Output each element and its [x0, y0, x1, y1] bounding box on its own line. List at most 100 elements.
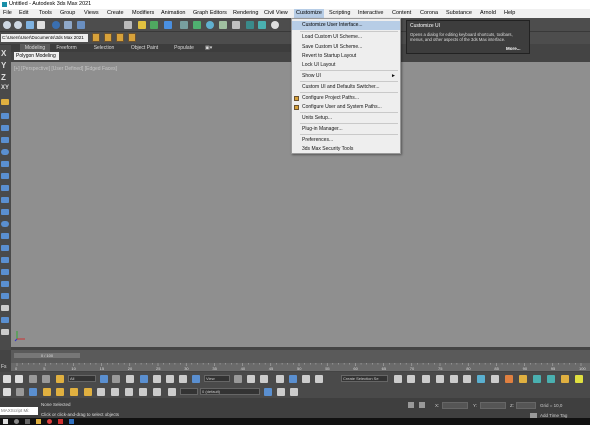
axis-y[interactable]: Y	[1, 61, 6, 70]
link-icon[interactable]	[26, 21, 34, 29]
layer-manager-icon[interactable]	[290, 388, 298, 396]
menu-animation[interactable]: Animation	[159, 9, 187, 18]
rect-select-icon[interactable]	[126, 375, 134, 383]
render-production-icon[interactable]	[258, 21, 266, 29]
gear-icon[interactable]	[232, 21, 240, 29]
edge-icon[interactable]	[84, 388, 92, 396]
redo-bottom-icon[interactable]	[15, 375, 23, 383]
systems-icon[interactable]	[1, 329, 9, 335]
a360-icon[interactable]	[561, 375, 569, 383]
layer-color-dropdown[interactable]	[180, 388, 198, 395]
menu-preferences[interactable]: Preferences...	[292, 136, 400, 145]
app-icon[interactable]	[58, 419, 63, 424]
tab-selection[interactable]: Selection	[89, 44, 119, 52]
spinner-snap-icon[interactable]	[315, 375, 323, 383]
material-icon[interactable]	[150, 21, 158, 29]
menu-security-tools[interactable]: 3ds Max Security Tools	[292, 145, 400, 154]
menu-graph-editors[interactable]: Graph Editors	[191, 9, 229, 18]
teapot-icon[interactable]	[246, 21, 254, 29]
lighting-icon[interactable]	[575, 375, 583, 383]
time-slider[interactable]: 0 / 100	[14, 353, 80, 358]
render-frame-icon[interactable]	[206, 21, 214, 29]
windows-start-icon[interactable]	[3, 419, 8, 424]
text-icon[interactable]	[1, 257, 9, 263]
folder-open-icon[interactable]	[116, 33, 124, 42]
paint-icon[interactable]	[43, 388, 51, 396]
menu-scripting[interactable]: Scripting	[327, 9, 352, 18]
render-icon[interactable]	[219, 21, 227, 29]
layer-dropdown[interactable]: 0 (default)	[200, 388, 260, 395]
keyboard-shortcut-icon[interactable]	[260, 375, 268, 383]
bind-spacewarp-icon[interactable]	[52, 21, 60, 29]
render-active-icon[interactable]	[533, 375, 541, 383]
cylinder-icon[interactable]	[1, 161, 9, 167]
light-prim-icon[interactable]	[1, 281, 9, 287]
menu-system-paths[interactable]: Configure User and System Paths...	[292, 103, 400, 112]
cube-icon[interactable]	[1, 137, 9, 143]
snap-3d-icon[interactable]	[276, 375, 284, 383]
menu-customize[interactable]: Customize	[294, 9, 324, 18]
camera-icon[interactable]	[1, 293, 9, 299]
select-icon[interactable]	[100, 375, 108, 383]
material-editor-icon[interactable]	[477, 375, 485, 383]
isolate-icon[interactable]	[139, 388, 147, 396]
scale-icon[interactable]	[179, 375, 187, 383]
menu-content[interactable]: Content	[390, 9, 413, 18]
menu-civil-view[interactable]: Civil View	[262, 9, 290, 18]
unlink-bottom-icon[interactable]	[42, 375, 50, 383]
menu-tools[interactable]: Tools	[37, 9, 54, 18]
angle-snap-icon[interactable]	[289, 375, 297, 383]
search-icon[interactable]	[14, 419, 19, 424]
render-setup-bottom-icon[interactable]	[491, 375, 499, 383]
percent-snap-icon[interactable]	[302, 375, 310, 383]
vertex-icon[interactable]	[70, 388, 78, 396]
render-setup-icon[interactable]	[193, 21, 201, 29]
layer-icon[interactable]	[168, 388, 176, 396]
pyramid-icon[interactable]	[1, 197, 9, 203]
lock-selection-icon[interactable]	[408, 402, 414, 408]
selection-filter-icon[interactable]	[64, 21, 72, 29]
render-bottom-icon[interactable]	[519, 375, 527, 383]
window-crossing-icon[interactable]	[140, 375, 148, 383]
mirror-icon[interactable]	[394, 375, 402, 383]
undo-bottom-icon[interactable]	[3, 375, 11, 383]
menu-views[interactable]: Views	[82, 9, 101, 18]
pb-icon[interactable]	[164, 21, 172, 29]
sphere-icon[interactable]	[1, 149, 9, 155]
menu-group[interactable]: Group	[58, 9, 77, 18]
folder-settings-icon[interactable]	[128, 33, 136, 42]
menu-edit[interactable]: Edit	[17, 9, 30, 18]
bind-bottom-icon[interactable]	[56, 375, 64, 383]
torus-icon[interactable]	[1, 221, 9, 227]
project-path-field[interactable]: C:\Users\User\Documents\3ds Max 2021	[1, 34, 88, 42]
helper-icon[interactable]	[1, 305, 9, 311]
geosphere-icon[interactable]	[1, 245, 9, 251]
layer-explorer-icon[interactable]	[422, 375, 430, 383]
menu-units-setup[interactable]: Units Setup...	[292, 114, 400, 123]
selection-set-dropdown[interactable]: Create Selection Se	[341, 375, 388, 382]
render-cloud-icon[interactable]	[547, 375, 555, 383]
light-icon[interactable]	[138, 21, 146, 29]
menu-revert-startup[interactable]: Revert to Startup Layout	[292, 52, 400, 61]
menu-project-paths[interactable]: Configure Project Paths...	[292, 94, 400, 103]
ribbon-options-icon[interactable]: ▣▾	[205, 45, 212, 51]
element-icon[interactable]	[111, 388, 119, 396]
menu-file[interactable]: File	[1, 9, 14, 18]
axis-z[interactable]: Z	[1, 73, 6, 82]
cone-icon[interactable]	[1, 173, 9, 179]
link-bottom-icon[interactable]	[29, 375, 37, 383]
maxscript-listener[interactable]: MAXScript Mi:	[0, 407, 38, 415]
explorer-icon[interactable]	[36, 419, 41, 424]
reference-coord-dropdown[interactable]: View	[204, 375, 230, 382]
brush-icon[interactable]	[56, 388, 64, 396]
tab-object-paint[interactable]: Object Paint	[128, 44, 161, 52]
menu-help[interactable]: Help	[502, 9, 517, 18]
snap-icon[interactable]	[1, 99, 9, 105]
layer-select-icon[interactable]	[277, 388, 285, 396]
menu-lock-ui[interactable]: Lock UI Layout	[292, 61, 400, 70]
x-coord-field[interactable]	[442, 402, 468, 409]
menu-corona[interactable]: Corona	[418, 9, 440, 18]
menu-plugin-manager[interactable]: Plug-in Manager...	[292, 125, 400, 134]
menu-show-ui[interactable]: Show UI ►	[292, 72, 400, 81]
plugin-icon[interactable]	[124, 21, 132, 29]
